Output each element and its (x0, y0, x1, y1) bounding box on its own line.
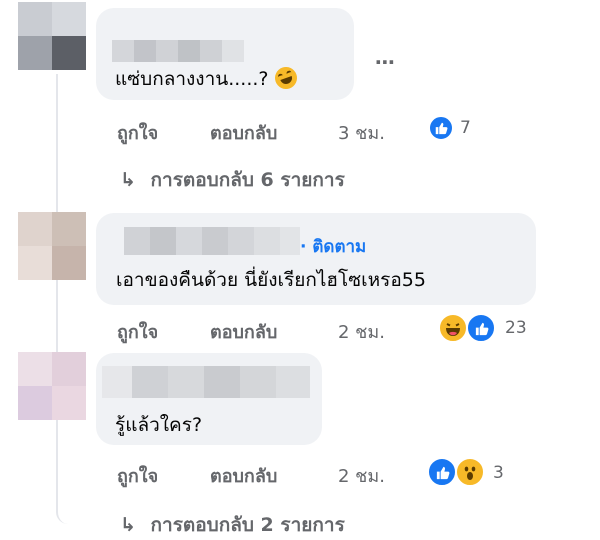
more-options-icon[interactable]: ⋯ (375, 50, 395, 74)
author-name-blurred[interactable] (124, 227, 300, 255)
view-replies-link[interactable]: ↳ การตอบกลับ 6 รายการ (120, 165, 345, 195)
author-name-blurred[interactable] (102, 366, 310, 398)
thread-line (56, 74, 98, 524)
reply-button[interactable]: ตอบกลับ (210, 317, 277, 346)
timestamp[interactable]: 2 ชม. (338, 461, 385, 490)
author-name-blurred[interactable] (112, 40, 244, 62)
wow-icon[interactable] (455, 457, 485, 487)
reply-button[interactable]: ตอบกลับ (210, 461, 277, 490)
follow-link[interactable]: · ติดตาม (300, 233, 366, 260)
comment-text: รู้แล้วใคร? (115, 414, 203, 436)
like-icon[interactable] (466, 313, 496, 343)
like-icon[interactable] (427, 457, 457, 487)
like-button[interactable]: ถูกใจ (117, 317, 158, 346)
reaction-count[interactable]: 23 (505, 318, 527, 338)
view-replies-link[interactable]: ↳ การตอบกลับ 2 รายการ (120, 510, 345, 540)
avatar[interactable] (18, 352, 86, 420)
comment-text: แซ่บกลางงาน.....? (115, 63, 300, 94)
like-button[interactable]: ถูกใจ (117, 118, 158, 147)
like-icon[interactable] (428, 115, 454, 141)
avatar[interactable] (18, 212, 86, 280)
reply-button[interactable]: ตอบกลับ (210, 118, 277, 147)
reply-arrow-icon: ↳ (120, 169, 136, 191)
timestamp[interactable]: 3 ชม. (338, 118, 385, 147)
haha-icon[interactable] (438, 313, 468, 343)
rolling-laugh-icon (271, 63, 300, 93)
comment-text: เอาของคืนด้วย นี่ยังเรียกไฮโซเหรอ55 (116, 269, 426, 291)
reply-arrow-icon: ↳ (120, 514, 136, 536)
like-button[interactable]: ถูกใจ (117, 461, 158, 490)
reaction-count[interactable]: 7 (460, 118, 471, 138)
reaction-count[interactable]: 3 (493, 463, 504, 483)
avatar[interactable] (18, 2, 86, 70)
timestamp[interactable]: 2 ชม. (338, 317, 385, 346)
